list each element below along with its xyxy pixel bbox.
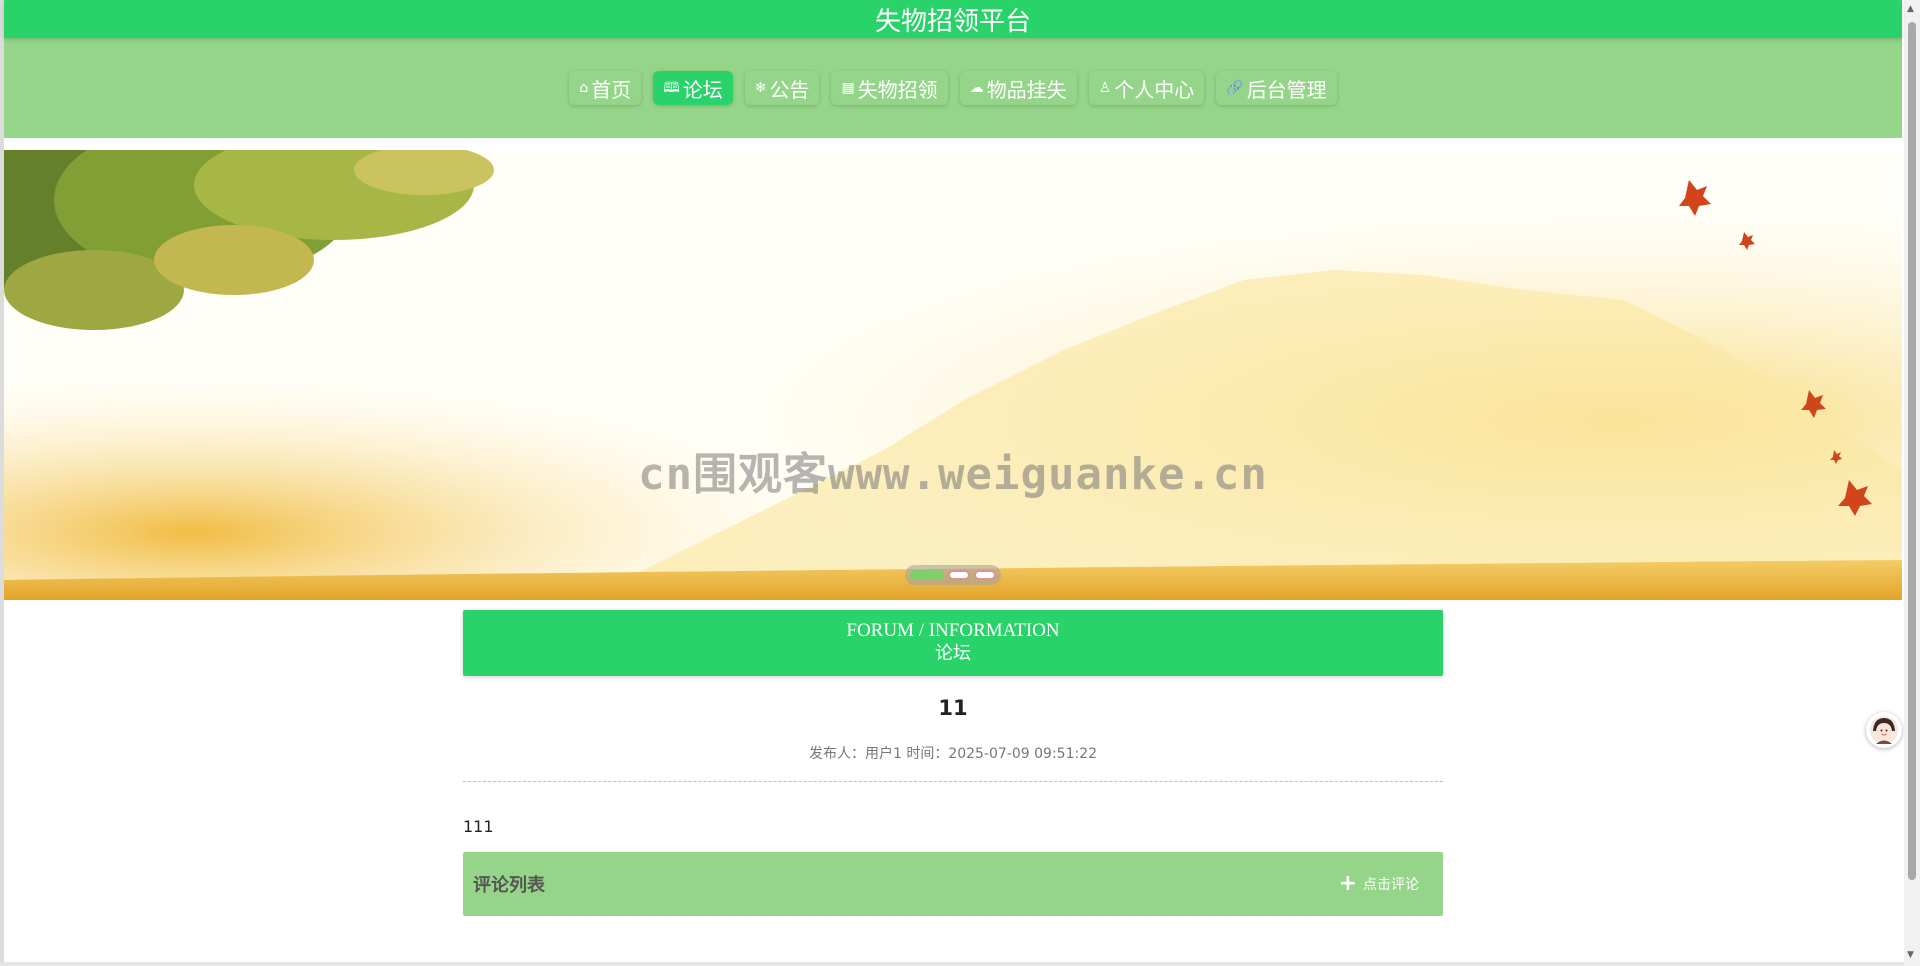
forum-icon: 🕮: [663, 80, 680, 96]
nav-item-label: 个人中心: [1114, 77, 1195, 102]
section-title-en: FORUM / INFORMATION: [846, 620, 1060, 641]
section-title-cn: 论坛: [935, 643, 971, 663]
banner-carousel: cn围观客www.weiguanke.cn: [4, 150, 1902, 600]
main-nav: ⌂ 首页 🕮 论坛 ❄ 公告 ▦ 失物招领 ☁ 物品挂失 ♙ 个人中心 🔗 后台…: [4, 38, 1902, 138]
cloud-icon: ☁: [969, 80, 984, 96]
carousel-dot-2[interactable]: [948, 570, 970, 580]
post-content: 111: [463, 817, 494, 836]
nav-item-label: 论坛: [682, 77, 723, 102]
nav-item-admin[interactable]: 🔗 后台管理: [1216, 71, 1337, 105]
add-comment-button[interactable]: + 点击评论: [1339, 873, 1419, 895]
person-icon: ♙: [1098, 80, 1112, 96]
scroll-up-icon[interactable]: ▲: [1907, 4, 1914, 14]
avatar-icon: [1870, 716, 1898, 744]
snowflake-icon: ❄: [754, 80, 767, 96]
site-title: 失物招领平台: [4, 0, 1902, 38]
comment-list-bar: 评论列表 + 点击评论: [463, 852, 1443, 916]
nav-item-notice[interactable]: ❄ 公告: [744, 71, 820, 105]
scrollbar[interactable]: ▲ ▼: [1904, 0, 1920, 966]
comment-list-title: 评论列表: [473, 875, 545, 896]
nav-item-label: 失物招领: [857, 77, 938, 102]
nav-item-label: 公告: [769, 77, 810, 102]
post-meta: 发布人：用户1 时间：2025-07-09 09:51:22: [808, 746, 1098, 762]
window-border-bottom: [0, 962, 1904, 966]
section-header: FORUM / INFORMATION 论坛: [463, 610, 1443, 676]
nav-item-label: 物品挂失: [986, 77, 1067, 102]
add-comment-label: 点击评论: [1363, 877, 1419, 893]
carousel-dot-1[interactable]: [910, 570, 944, 580]
nav-item-report-lost[interactable]: ☁ 物品挂失: [959, 71, 1077, 105]
scroll-down-icon[interactable]: ▼: [1907, 950, 1914, 960]
plus-icon: +: [1338, 871, 1357, 896]
nav-item-home[interactable]: ⌂ 首页: [569, 71, 642, 105]
home-icon: ⌂: [579, 80, 589, 96]
nav-item-label: 首页: [591, 77, 632, 102]
nav-item-forum[interactable]: 🕮 论坛: [653, 71, 733, 105]
nav-item-profile[interactable]: ♙ 个人中心: [1088, 71, 1205, 105]
nav-item-lost-found[interactable]: ▦ 失物招领: [831, 71, 948, 105]
post-title: 11: [938, 696, 968, 720]
carousel-indicators: [905, 565, 1001, 585]
divider: [463, 781, 1443, 782]
image-icon: ▦: [841, 80, 855, 96]
nav-item-label: 后台管理: [1246, 77, 1327, 102]
watermark-text: cn围观客www.weiguanke.cn: [638, 449, 1268, 500]
banner-image: [4, 150, 1902, 600]
page: 失物招领平台 ⌂ 首页 🕮 论坛 ❄ 公告 ▦ 失物招领 ☁ 物品挂失 ♙ 个人…: [0, 0, 1920, 966]
carousel-dot-3[interactable]: [974, 570, 996, 580]
link-icon: 🔗: [1226, 80, 1244, 96]
assistant-avatar[interactable]: [1866, 712, 1902, 748]
scrollbar-thumb[interactable]: [1908, 22, 1916, 880]
